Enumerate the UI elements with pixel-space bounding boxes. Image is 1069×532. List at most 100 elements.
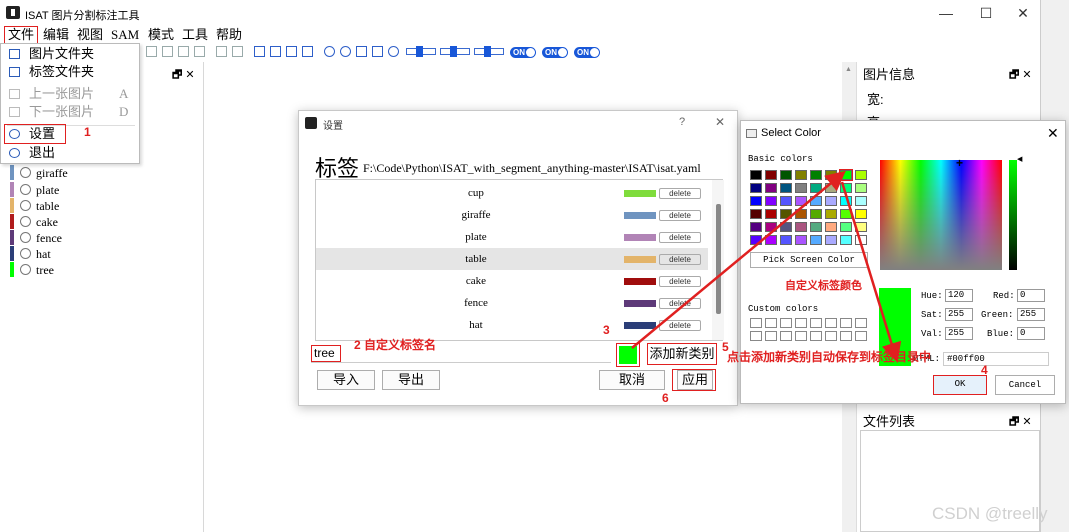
- cancel-button[interactable]: 取消: [599, 370, 665, 390]
- label-radio[interactable]: [20, 232, 31, 243]
- maximize-button[interactable]: ☐: [966, 0, 1006, 26]
- move-up-icon[interactable]: [216, 46, 227, 57]
- custom-color-swatch[interactable]: [765, 331, 777, 341]
- dialog-close-button[interactable]: ✕: [1047, 125, 1059, 142]
- label-radio[interactable]: [20, 264, 31, 275]
- luminance-slider[interactable]: [1009, 160, 1017, 270]
- menu-item-image-folder[interactable]: 图片文件夹: [9, 45, 133, 63]
- custom-color-swatch[interactable]: [795, 331, 807, 341]
- scroll-up-icon[interactable]: ▲: [845, 66, 852, 73]
- basic-color-swatch[interactable]: [765, 183, 777, 193]
- basic-color-swatch[interactable]: [795, 170, 807, 180]
- tag-row[interactable]: giraffe delete: [316, 204, 708, 226]
- delete-button[interactable]: delete: [659, 298, 701, 309]
- basic-color-swatch[interactable]: [840, 183, 852, 193]
- visibility-icon[interactable]: [388, 46, 399, 57]
- basic-color-swatch[interactable]: [825, 235, 837, 245]
- delete-icon[interactable]: [194, 46, 205, 57]
- basic-color-swatch[interactable]: [780, 222, 792, 232]
- basic-color-swatch[interactable]: [750, 170, 762, 180]
- move-down-icon[interactable]: [232, 46, 243, 57]
- basic-color-swatch[interactable]: [810, 170, 822, 180]
- basic-color-swatch[interactable]: [795, 209, 807, 219]
- basic-color-swatch[interactable]: [795, 196, 807, 206]
- basic-color-swatch[interactable]: [780, 209, 792, 219]
- zoom-out-icon[interactable]: [340, 46, 351, 57]
- basic-color-swatch[interactable]: [855, 235, 867, 245]
- menu-item-prev-image[interactable]: 上一张图片 A: [9, 85, 133, 103]
- hue-spinbox[interactable]: 120: [945, 289, 973, 302]
- toggle-switch[interactable]: ON: [510, 47, 536, 58]
- tag-row[interactable]: cup delete: [316, 182, 708, 204]
- menu-mode[interactable]: 模式: [145, 26, 177, 44]
- delete-button[interactable]: delete: [659, 188, 701, 199]
- custom-color-swatch[interactable]: [825, 331, 837, 341]
- toggle-switch[interactable]: ON: [574, 47, 600, 58]
- custom-color-swatch[interactable]: [855, 331, 867, 341]
- fit-image-icon[interactable]: [372, 46, 383, 57]
- draw-icon[interactable]: [146, 46, 157, 57]
- basic-color-swatch[interactable]: [825, 196, 837, 206]
- delete-button[interactable]: delete: [659, 232, 701, 243]
- basic-color-swatch[interactable]: [825, 209, 837, 219]
- basic-color-swatch[interactable]: [765, 209, 777, 219]
- ok-button[interactable]: OK: [933, 375, 987, 395]
- menu-item-label-folder[interactable]: 标签文件夹: [9, 63, 133, 81]
- basic-color-swatch[interactable]: [780, 196, 792, 206]
- basic-color-swatch[interactable]: [825, 222, 837, 232]
- tag-color-swatch[interactable]: [624, 256, 656, 263]
- pick-screen-color-button[interactable]: Pick Screen Color: [750, 252, 868, 268]
- import-button[interactable]: 导入: [317, 370, 375, 390]
- basic-color-swatch[interactable]: [840, 222, 852, 232]
- delete-button[interactable]: delete: [659, 276, 701, 287]
- basic-color-swatch[interactable]: [839, 169, 853, 181]
- layer-icon[interactable]: [254, 46, 265, 57]
- basic-color-swatch[interactable]: [780, 183, 792, 193]
- tag-row[interactable]: hat delete: [316, 314, 708, 336]
- green-spinbox[interactable]: 255: [1017, 308, 1045, 321]
- basic-color-swatch[interactable]: [795, 235, 807, 245]
- basic-color-swatch[interactable]: [810, 222, 822, 232]
- color-spectrum[interactable]: [880, 160, 1002, 270]
- custom-color-swatch[interactable]: [750, 331, 762, 341]
- dialog-close-button[interactable]: ✕: [715, 115, 725, 129]
- basic-color-swatch[interactable]: [855, 170, 867, 180]
- basic-color-swatch[interactable]: [855, 222, 867, 232]
- label-radio[interactable]: [20, 200, 31, 211]
- basic-color-swatch[interactable]: [855, 183, 867, 193]
- custom-color-swatch[interactable]: [780, 318, 792, 328]
- menu-item-exit[interactable]: 退出: [9, 144, 133, 162]
- add-tag-button[interactable]: 添加新类别: [647, 343, 717, 365]
- basic-color-swatch[interactable]: [765, 222, 777, 232]
- tag-color-swatch[interactable]: [624, 212, 656, 219]
- export-button[interactable]: 导出: [382, 370, 440, 390]
- basic-color-swatch[interactable]: [780, 235, 792, 245]
- basic-color-swatch[interactable]: [750, 209, 762, 219]
- label-radio[interactable]: [20, 184, 31, 195]
- custom-color-swatch[interactable]: [810, 331, 822, 341]
- delete-button[interactable]: delete: [659, 254, 701, 265]
- menu-file[interactable]: 文件: [4, 26, 39, 44]
- basic-color-swatch[interactable]: [750, 183, 762, 193]
- tag-row[interactable]: plate delete: [316, 226, 708, 248]
- cancel-button[interactable]: Cancel: [995, 375, 1055, 395]
- save-icon[interactable]: [178, 46, 189, 57]
- menu-help[interactable]: 帮助: [213, 26, 245, 44]
- label-radio[interactable]: [20, 216, 31, 227]
- tag-color-swatch[interactable]: [624, 322, 656, 329]
- dock-float-close[interactable]: 🗗 ✕: [172, 66, 195, 85]
- layer-icon[interactable]: [302, 46, 313, 57]
- delete-button[interactable]: delete: [659, 210, 701, 221]
- basic-color-swatch[interactable]: [840, 235, 852, 245]
- tag-row[interactable]: fence delete: [316, 292, 708, 314]
- red-spinbox[interactable]: 0: [1017, 289, 1045, 302]
- basic-color-swatch[interactable]: [795, 222, 807, 232]
- menu-item-next-image[interactable]: 下一张图片 D: [9, 103, 133, 121]
- opacity-slider[interactable]: [406, 46, 436, 57]
- basic-color-swatch[interactable]: [765, 235, 777, 245]
- sat-spinbox[interactable]: 255: [945, 308, 973, 321]
- val-spinbox[interactable]: 255: [945, 327, 973, 340]
- close-button[interactable]: ✕: [1003, 0, 1043, 26]
- toggle-switch[interactable]: ON: [542, 47, 568, 58]
- custom-color-swatch[interactable]: [825, 318, 837, 328]
